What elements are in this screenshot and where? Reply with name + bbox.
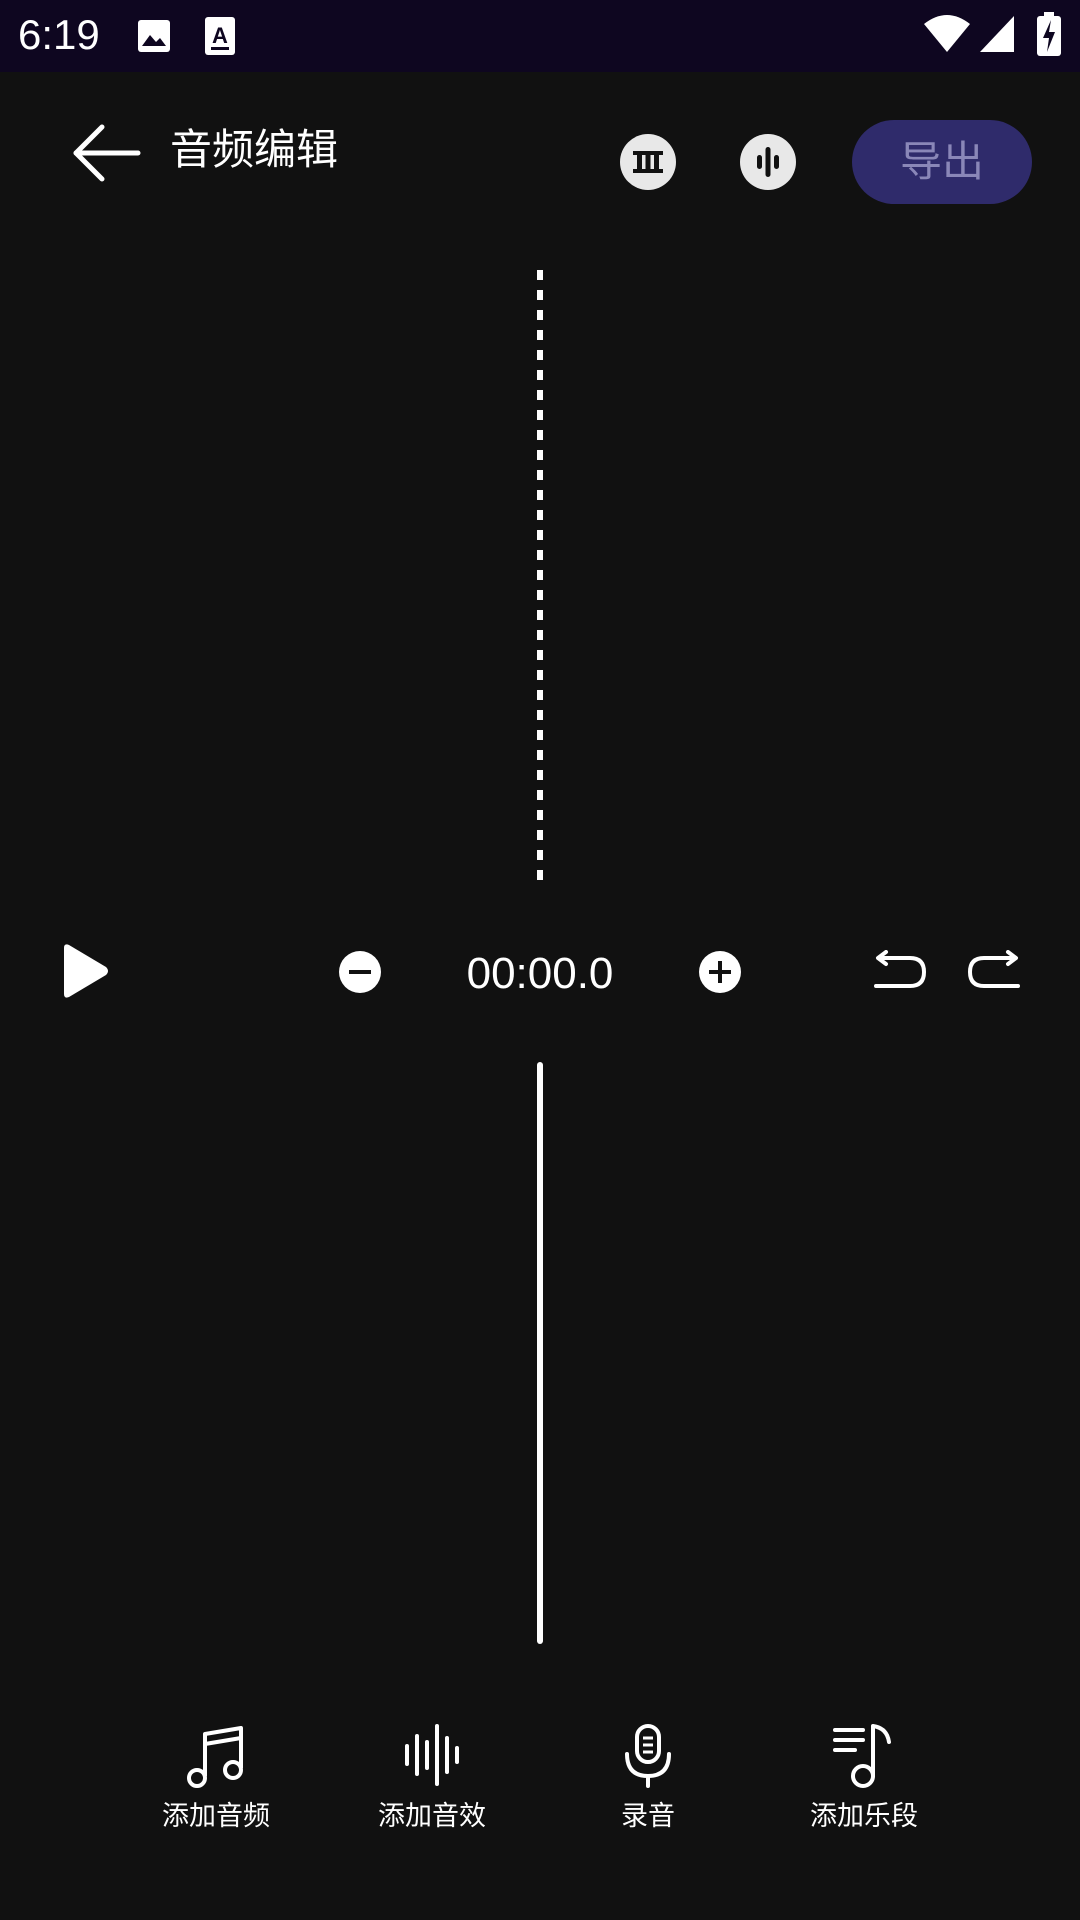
zoom-in-button[interactable] <box>698 950 742 994</box>
music-note-icon <box>187 1726 243 1788</box>
add-music-segment-label: 添加乐段 <box>810 1801 918 1832</box>
add-audio-label: 添加音频 <box>162 1801 270 1832</box>
current-time: 00:00.0 <box>466 949 614 998</box>
redo-button[interactable] <box>964 950 1024 992</box>
record-button[interactable]: 录音 <box>568 1720 728 1850</box>
battery-charging-icon <box>1037 12 1061 56</box>
microphone-icon <box>625 1724 671 1788</box>
sound-wave-icon <box>405 1724 459 1786</box>
signal-icon <box>980 16 1014 52</box>
film-strip-button[interactable] <box>620 134 676 190</box>
status-bar: 6:19 A <box>0 0 1080 72</box>
play-button[interactable] <box>58 942 112 1000</box>
undo-button[interactable] <box>870 950 930 992</box>
record-label: 录音 <box>621 1801 675 1832</box>
back-button[interactable] <box>62 118 158 188</box>
add-audio-button[interactable]: 添加音频 <box>136 1720 296 1850</box>
status-time: 6:19 <box>18 11 100 58</box>
wifi-icon <box>924 15 970 52</box>
add-sound-effect-label: 添加音效 <box>378 1801 486 1832</box>
music-list-icon <box>833 1724 891 1788</box>
image-icon <box>138 20 170 52</box>
waveform-button[interactable] <box>740 134 796 190</box>
add-music-segment-button[interactable]: 添加乐段 <box>784 1720 944 1850</box>
preview-playhead <box>537 270 543 882</box>
audio-editor-screen: 6:19 A 音频编辑 导出 00:00.0 添加音频 添加音效 录音 添加乐段 <box>0 0 1080 1920</box>
waveform-icon <box>757 147 779 177</box>
add-sound-effect-button[interactable]: 添加音效 <box>352 1720 512 1850</box>
zoom-out-button[interactable] <box>338 950 382 994</box>
page-title: 音频编辑 <box>170 125 339 174</box>
svg-text:A: A <box>212 23 228 48</box>
timeline-playhead <box>537 1062 543 1644</box>
film-strip-icon <box>633 151 663 173</box>
arrow-left-icon <box>73 124 141 182</box>
export-button[interactable]: 导出 <box>852 120 1032 204</box>
text-icon: A <box>205 17 235 55</box>
